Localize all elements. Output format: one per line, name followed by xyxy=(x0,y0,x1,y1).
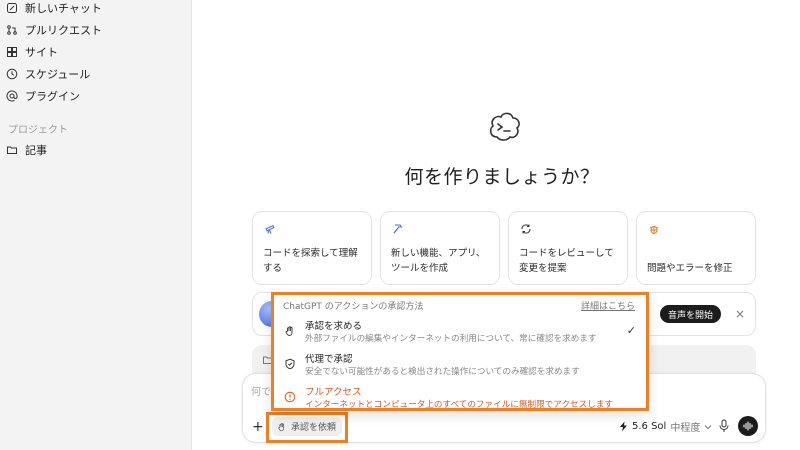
suggestion-card-review[interactable]: コードをレビューして 変更を提案 xyxy=(508,211,628,285)
option-description: 外部ファイルの編集やインターネットの利用について、常に確認を求めます xyxy=(305,334,597,344)
option-ask-approval[interactable]: 承認を求める 外部ファイルの編集やインターネットの利用について、常に確認を求めま… xyxy=(281,318,640,348)
grid-icon xyxy=(7,47,17,57)
codex-cloud-icon xyxy=(489,112,520,141)
clock-icon xyxy=(6,68,18,80)
sidebar-item-new-chat[interactable]: 新しいチャット xyxy=(6,0,102,18)
sidebar-item-label: スケジュール xyxy=(25,68,91,81)
card-text-line1: 新しい機能、アプリ、 xyxy=(391,248,486,259)
warning-icon xyxy=(284,391,296,403)
sidebar-item-label: サイト xyxy=(25,46,58,59)
start-voice-button[interactable]: 音声を開始 xyxy=(660,305,722,323)
suggestion-card-build[interactable]: 新しい機能、アプリ、 ツールを作成 xyxy=(380,211,500,285)
telescope-icon xyxy=(265,224,275,234)
sidebar-item-sites[interactable]: サイト xyxy=(6,42,58,62)
bolt-icon xyxy=(620,421,627,432)
hand-icon xyxy=(285,326,293,336)
suggestion-card-explore[interactable]: コードを探索して理解 する xyxy=(252,211,372,285)
projects-section-label: プロジェクト xyxy=(8,125,68,136)
card-text-line1: コードをレビューして xyxy=(519,248,614,259)
composer-input[interactable]: 何で xyxy=(251,383,271,398)
project-item-label: 記事 xyxy=(25,144,47,157)
add-attachment-button[interactable]: + xyxy=(252,419,264,435)
learn-more-link[interactable]: 詳細はこちら xyxy=(581,299,635,312)
sidebar-item-label: プラグイン xyxy=(25,90,80,103)
card-text-line2: 問題やエラーを修正 xyxy=(647,263,733,274)
at-icon xyxy=(6,90,18,102)
option-description: インターネットとコンピュータ上のすべてのファイルに無制限でアクセスします xyxy=(305,400,614,410)
waveform-icon xyxy=(743,421,753,431)
popover-header: ChatGPT のアクションの承認方法 xyxy=(283,302,424,312)
option-title: 代理で承認 xyxy=(305,354,353,365)
branch-icon xyxy=(7,25,17,35)
folder-icon xyxy=(7,146,17,154)
suggestion-card-fix[interactable]: 問題やエラーを修正 xyxy=(636,211,756,285)
model-name: 5.6 Sol xyxy=(632,421,667,432)
sidebar-item-schedule[interactable]: スケジュール xyxy=(6,64,90,84)
sidebar-item-label: プルリクエスト xyxy=(25,24,102,37)
sidebar: 新しいチャット プルリクエスト サイト スケジュール プラグイン プロジェクト … xyxy=(0,0,192,450)
review-icon xyxy=(521,224,531,234)
option-auto-approve[interactable]: 代理で承認 安全でない可能性があると検出された操作についてのみ確認を求めます xyxy=(281,351,640,381)
card-text-line2: する xyxy=(263,263,283,274)
shield-icon xyxy=(285,358,295,370)
page-title: 何を作りましょうか？ xyxy=(404,166,600,188)
effort-level: 中程度 xyxy=(670,423,701,434)
project-item-articles[interactable]: 記事 xyxy=(6,140,47,160)
bug-icon xyxy=(649,226,659,234)
option-full-access[interactable]: フルアクセス インターネットとコンピュータ上のすべてのファイルに無制限でアクセス… xyxy=(281,384,640,414)
sidebar-item-plugins[interactable]: プラグイン xyxy=(6,86,80,106)
option-title: 承認を求める xyxy=(305,321,363,332)
option-description: 安全でない可能性があると検出された操作についてのみ確認を求めます xyxy=(305,367,580,377)
option-title: フルアクセス xyxy=(305,387,362,398)
card-text-line2: 変更を提案 xyxy=(519,263,567,274)
approval-popover: ChatGPT のアクションの承認方法 詳細はこちら 承認を求める 外部ファイル… xyxy=(271,292,649,411)
voice-mode-button[interactable] xyxy=(738,416,758,436)
card-text-line1: コードを探索して理解 xyxy=(263,248,358,259)
hammer-icon xyxy=(393,224,403,234)
close-banner-button[interactable]: × xyxy=(735,307,745,321)
approval-button-highlight xyxy=(266,412,348,443)
chevron-down-icon xyxy=(704,424,712,429)
model-selector[interactable]: 5.6 Sol 中程度 xyxy=(619,419,712,434)
sidebar-item-pull-requests[interactable]: プルリクエスト xyxy=(6,20,102,40)
card-text-line2: ツールを作成 xyxy=(391,263,449,274)
edit-icon xyxy=(7,3,17,13)
selected-check-icon: ✓ xyxy=(626,324,636,337)
microphone-icon[interactable] xyxy=(718,419,730,433)
sidebar-item-label: 新しいチャット xyxy=(25,2,102,15)
